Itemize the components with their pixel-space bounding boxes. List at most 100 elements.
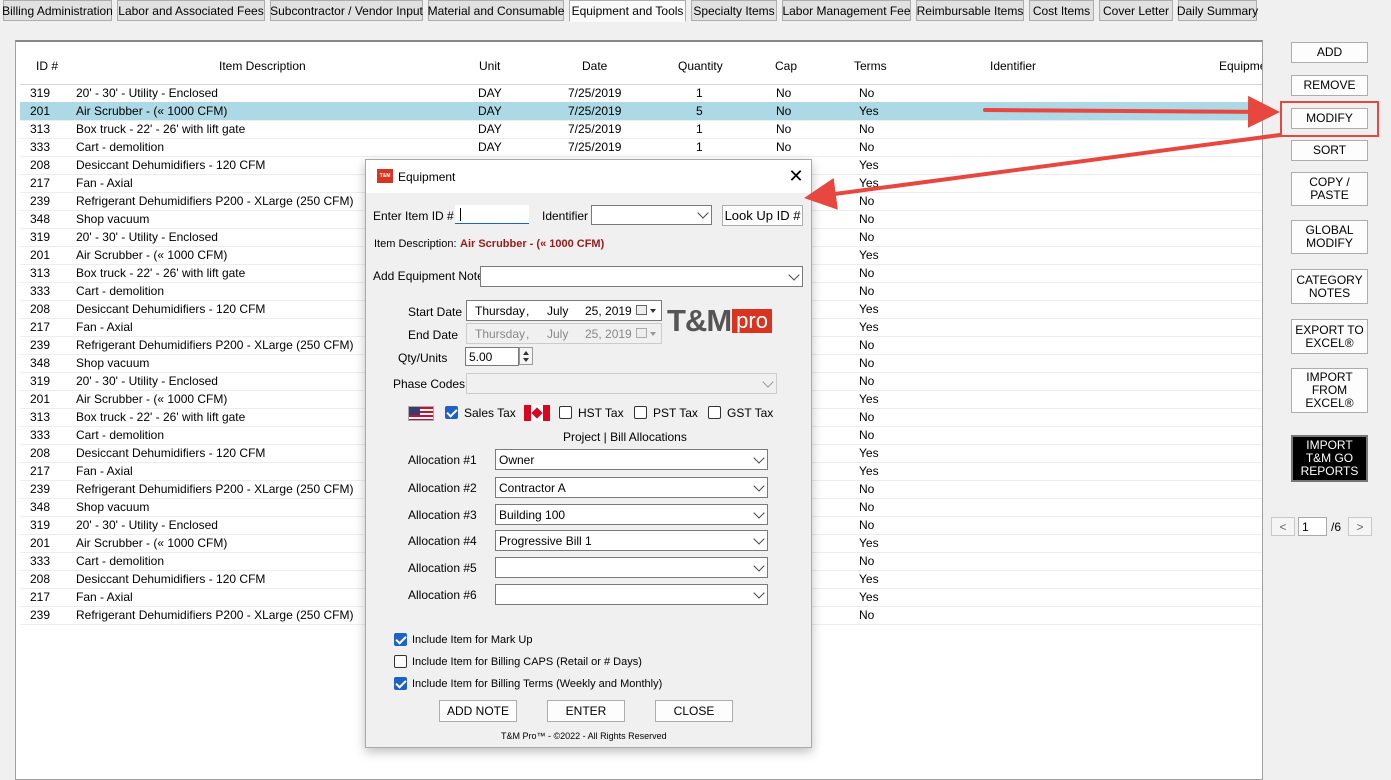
- close-button[interactable]: CLOSE: [655, 700, 733, 722]
- tab-labor-and-associated-fees[interactable]: Labor and Associated Fees: [117, 0, 265, 21]
- import-from-excel-button[interactable]: IMPORT FROM EXCEL®: [1291, 368, 1368, 413]
- tab-cover-letter[interactable]: Cover Letter: [1099, 0, 1173, 21]
- button-label-line: NOTES: [1308, 285, 1351, 300]
- col-header-item-description[interactable]: Item Description: [219, 59, 306, 73]
- chevron-down-icon: [762, 375, 774, 388]
- allocation-select-4[interactable]: Progressive Bill 1: [495, 530, 768, 551]
- cell-terms: No: [859, 86, 875, 100]
- allocation-select-6[interactable]: [495, 584, 768, 605]
- table-row[interactable]: 333 Cart - demolition DAY 7/25/2019 1 No No: [20, 138, 1262, 156]
- logo-pro-text: pro: [732, 309, 772, 333]
- button-label: IMPORT FROM EXCEL®: [1305, 371, 1353, 410]
- enter-button[interactable]: ENTER: [547, 700, 625, 722]
- billing-caps-checkbox[interactable]: [394, 655, 407, 668]
- category-notes-button[interactable]: CATEGORY NOTES: [1291, 269, 1368, 304]
- tab-labor-management-fee[interactable]: Labor Management Fee: [782, 0, 911, 21]
- hst-tax-checkbox[interactable]: [559, 406, 572, 419]
- cell-description: Desiccant Dehumidifiers - 120 CFM: [76, 446, 266, 460]
- enter-item-id-label: Enter Item ID #: [373, 209, 454, 223]
- table-row[interactable]: 313 Box truck - 22' - 26' with lift gate D…: [20, 120, 1262, 138]
- close-icon[interactable]: ✕: [786, 165, 806, 187]
- mark-up-checkbox[interactable]: [394, 633, 407, 646]
- equipment-dialog: T&M Equipment ✕ Enter Item ID # Identifi…: [365, 159, 812, 748]
- col-header-unit[interactable]: Unit: [479, 59, 500, 73]
- cell-description: Air Scrubber - (« 1000 CFM): [76, 248, 228, 262]
- cell-description: Desiccant Dehumidifiers - 120 CFM: [76, 572, 266, 586]
- allocation-value: Contractor A: [499, 480, 566, 495]
- import-tm-go-reports-button[interactable]: IMPORT T&M GO REPORTS: [1291, 435, 1368, 482]
- col-header-equipment[interactable]: Equipme: [1219, 59, 1262, 73]
- cell-id: 348: [30, 212, 51, 226]
- cell-description: Shop vacuum: [76, 356, 150, 370]
- item-description-label: Item Description:: [374, 238, 457, 250]
- look-up-id-button[interactable]: Look Up ID #: [722, 205, 803, 226]
- cell-terms: No: [859, 284, 875, 298]
- col-header-id[interactable]: ID #: [36, 59, 58, 73]
- qty-units-input[interactable]: 5.00: [465, 347, 519, 366]
- item-id-input[interactable]: [455, 205, 529, 224]
- tab-equipment-and-tools[interactable]: Equipment and Tools: [569, 0, 686, 22]
- cell-id: 319: [30, 230, 51, 244]
- allocation-select-5[interactable]: [495, 557, 768, 578]
- page-number-input[interactable]: [1298, 517, 1327, 536]
- allocation-select-2[interactable]: Contractor A: [495, 477, 768, 498]
- qty-spinner[interactable]: [519, 347, 533, 365]
- cell-date: 7/25/2019: [568, 104, 622, 118]
- next-page-button[interactable]: >: [1348, 517, 1372, 536]
- identifier-select[interactable]: [591, 205, 712, 225]
- cell-terms: Yes: [859, 104, 879, 118]
- cell-description: 20' - 30' - Utility - Enclosed: [76, 374, 218, 388]
- spin-up-icon[interactable]: [523, 351, 529, 355]
- tab-daily-summary[interactable]: Daily Summary: [1177, 0, 1258, 21]
- cell-terms: No: [859, 410, 875, 424]
- item-description-value: Air Scrubber - (« 1000 CFM): [460, 238, 605, 250]
- end-date-label: End Date: [408, 328, 459, 342]
- cell-id: 319: [30, 86, 51, 100]
- calendar-icon[interactable]: [636, 305, 647, 315]
- allocation-value: Progressive Bill 1: [499, 533, 592, 548]
- tab-material-and-consumable[interactable]: Material and Consumable: [428, 0, 564, 21]
- tab-cost-items[interactable]: Cost Items: [1029, 0, 1094, 21]
- col-header-cap[interactable]: Cap: [775, 59, 797, 73]
- add-button[interactable]: ADD: [1291, 42, 1368, 63]
- col-header-terms[interactable]: Terms: [854, 59, 887, 73]
- cell-description: Cart - demolition: [76, 140, 165, 154]
- table-row[interactable]: 319 20' - 30' - Utility - Enclosed DAY 7/25…: [20, 84, 1262, 102]
- end-date-separator: ,: [526, 327, 530, 341]
- allocation-select-3[interactable]: Building 100: [495, 504, 768, 525]
- cell-terms: No: [859, 356, 875, 370]
- copy-paste-button[interactable]: COPY / PASTE: [1291, 172, 1368, 206]
- modify-highlight-box: [1280, 101, 1379, 137]
- start-date-picker[interactable]: Thursday , July 25, 2019: [466, 300, 662, 321]
- dialog-titlebar[interactable]: T&M Equipment ✕: [366, 160, 811, 193]
- cell-terms: No: [859, 500, 875, 514]
- col-header-date[interactable]: Date: [582, 59, 607, 73]
- spin-down-icon[interactable]: [523, 358, 529, 362]
- equipment-note-select[interactable]: [480, 266, 803, 287]
- sales-tax-checkbox[interactable]: [445, 406, 458, 419]
- button-label: GLOBAL MODIFY: [1305, 224, 1353, 250]
- tab-reimbursable-items[interactable]: Reimbursable Items: [916, 0, 1024, 21]
- tab-subcontractor-vendor-input[interactable]: Subcontractor / Vendor Input: [270, 0, 423, 21]
- global-modify-button[interactable]: GLOBAL MODIFY: [1291, 220, 1368, 254]
- cell-id: 201: [30, 536, 51, 550]
- billing-terms-checkbox[interactable]: [394, 677, 407, 690]
- sort-button[interactable]: SORT: [1291, 140, 1368, 161]
- export-to-excel-button[interactable]: EXPORT TO EXCEL®: [1291, 319, 1368, 354]
- chevron-down-icon: [753, 532, 765, 545]
- prev-page-button[interactable]: <: [1271, 517, 1295, 536]
- cell-unit: DAY: [478, 140, 502, 154]
- col-header-quantity[interactable]: Quantity: [678, 59, 723, 73]
- col-header-identifier[interactable]: Identifier: [990, 59, 1036, 73]
- add-note-button[interactable]: ADD NOTE: [439, 700, 517, 722]
- pst-tax-checkbox[interactable]: [634, 406, 647, 419]
- allocation-select-1[interactable]: Owner: [495, 449, 768, 470]
- gst-tax-checkbox[interactable]: [708, 406, 721, 419]
- remove-button[interactable]: REMOVE: [1291, 75, 1368, 96]
- cell-date: 7/25/2019: [568, 140, 622, 154]
- allocation-label: Allocation #1: [408, 453, 477, 467]
- chevron-down-icon: [753, 506, 765, 519]
- tab-billing-administration[interactable]: Billing Administration: [2, 0, 113, 21]
- table-row[interactable]: 201 Air Scrubber - (« 1000 CFM) DAY 7/25/20…: [20, 102, 1262, 120]
- tab-specialty-items[interactable]: Specialty Items: [691, 0, 777, 21]
